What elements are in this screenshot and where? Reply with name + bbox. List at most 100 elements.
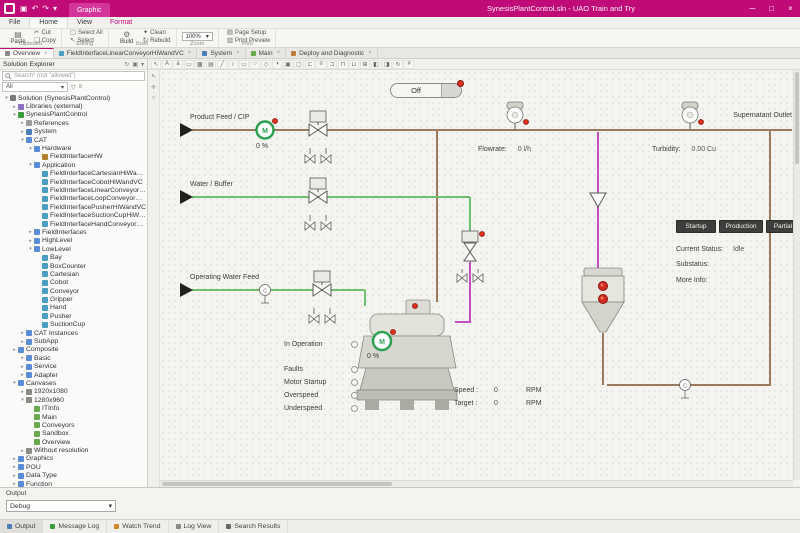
line-icon[interactable]: ╱ xyxy=(217,59,227,69)
zoom-combobox[interactable]: 100% ▾ xyxy=(181,32,213,41)
align-bottom-icon[interactable]: ⊔ xyxy=(349,59,359,69)
ellipse-icon[interactable]: ○ xyxy=(250,59,260,69)
tree-item-fieldinterfacelinearconveyorhiwandvc[interactable]: FieldInterfaceLinearConveyorHiWandVC xyxy=(0,186,147,194)
rotate-icon[interactable]: ↻ xyxy=(393,59,403,69)
status-tab-message-log[interactable]: Message Log xyxy=(43,520,108,533)
tree-item-function[interactable]: ▸ Function xyxy=(0,480,147,487)
send-back-icon[interactable]: ◨ xyxy=(382,59,392,69)
tree-item-cartesian[interactable]: Cartesian xyxy=(0,270,147,278)
align-top-icon[interactable]: ⊓ xyxy=(338,59,348,69)
hand-icon[interactable]: ✛ xyxy=(151,84,156,91)
filter-settings-icon[interactable]: ≡ xyxy=(79,84,83,90)
vertical-scrollbar[interactable] xyxy=(793,70,800,480)
tree-item-fieldinterfaceloopconveyorhiwandvc[interactable]: FieldInterfaceLoopConveyorHiWandVC xyxy=(0,195,147,203)
tree-item-fieldinterfacecartesianhiwandvc[interactable]: FieldInterfaceCartesianHiWandVC xyxy=(0,170,147,178)
filter-funnel-icon[interactable]: ▽ xyxy=(71,84,76,91)
tree-item-highlevel[interactable]: ▸ HighLevel xyxy=(0,237,147,245)
expander-icon[interactable]: ▸ xyxy=(11,456,18,462)
expander-icon[interactable]: ▸ xyxy=(19,372,26,378)
tree-item-fieldinterfacecobothiwandvc[interactable]: FieldInterfaceCobotHiWandVC xyxy=(0,178,147,186)
tab-home[interactable]: Home xyxy=(29,17,68,28)
zoom-icon[interactable]: ○ xyxy=(152,95,156,101)
expander-icon[interactable]: ▸ xyxy=(11,464,18,470)
expander-icon[interactable]: ▾ xyxy=(19,137,26,143)
expander-icon[interactable]: ▾ xyxy=(19,397,26,403)
tree-item-hardware[interactable]: ▾ Hardware xyxy=(0,144,147,152)
undo-icon[interactable]: ↶ xyxy=(32,4,39,13)
expander-icon[interactable]: ▾ xyxy=(11,380,18,386)
ungroup-icon[interactable]: ▢ xyxy=(294,59,304,69)
page-setup-button[interactable]: ▤ Page Setup xyxy=(227,29,271,37)
align-left-icon[interactable]: ⊏ xyxy=(305,59,315,69)
horizontal-scroll-thumb[interactable] xyxy=(162,482,392,486)
expander-icon[interactable]: ▸ xyxy=(19,129,26,135)
tree-item-references[interactable]: ▸ References xyxy=(0,119,147,127)
tab-format[interactable]: Format xyxy=(101,18,141,28)
expander-icon[interactable]: ▸ xyxy=(19,120,26,126)
expander-icon[interactable]: ▸ xyxy=(19,339,26,345)
mode-button-partial-e[interactable]: Partial E xyxy=(766,220,793,233)
tab-view[interactable]: View xyxy=(68,18,101,28)
tree-item-data-type[interactable]: ▸ Data Type xyxy=(0,472,147,480)
tree-item-service[interactable]: ▸ Service xyxy=(0,363,147,371)
status-tab-search-results[interactable]: Search Results xyxy=(219,520,289,533)
expander-icon[interactable]: ▸ xyxy=(19,364,26,370)
feed-pump-motor[interactable]: M xyxy=(255,118,278,140)
doc-tab-overview[interactable]: Overview × xyxy=(0,48,54,58)
overspeed-lamp[interactable] xyxy=(351,392,358,399)
expander-icon[interactable]: ▸ xyxy=(19,330,26,336)
expander-icon[interactable]: ▸ xyxy=(11,473,18,479)
tree-item-fieldinterfaces[interactable]: ▸ FieldInterfaces xyxy=(0,228,147,236)
mode-button-startup[interactable]: Startup xyxy=(676,220,716,233)
tree-item-fieldinterfacepusherhiwandvc[interactable]: FieldInterfacePusherHiWandVC xyxy=(0,203,147,211)
tree-item-application[interactable]: ▾ Application xyxy=(0,161,147,169)
tree-item-1280x960[interactable]: ▾ 1280x960 xyxy=(0,396,147,404)
flow-transmitter[interactable] xyxy=(506,101,529,130)
tree-item-graphics[interactable]: ▸ Graphics xyxy=(0,455,147,463)
tree-item-subapp[interactable]: ▸ SubApp xyxy=(0,337,147,345)
tree-item-gripper[interactable]: Gripper xyxy=(0,295,147,303)
tree-item-boxcounter[interactable]: BoxCounter xyxy=(0,262,147,270)
tree-item-suctioncup[interactable]: SuctionCup xyxy=(0,321,147,329)
motor-startup-lamp[interactable] xyxy=(351,379,358,386)
outlet-sensor[interactable]: C xyxy=(679,379,691,399)
operating-water-sensor[interactable]: C xyxy=(259,284,271,304)
expander-icon[interactable]: ▾ xyxy=(11,112,18,118)
tree-item-cat-instances[interactable]: ▸ CAT Instances xyxy=(0,329,147,337)
menu-icon[interactable]: ▾ xyxy=(141,61,144,68)
maximize-button[interactable]: □ xyxy=(762,0,781,17)
pie-icon[interactable]: ◑ xyxy=(272,59,282,69)
clean-button[interactable]: ✦ Clean xyxy=(143,29,171,37)
tree-item-hand[interactable]: Hand xyxy=(0,304,147,312)
gravity-valve[interactable] xyxy=(589,192,607,209)
pin-icon[interactable]: ▣ xyxy=(132,61,138,68)
expander-icon[interactable]: ▾ xyxy=(3,95,10,101)
expander-icon[interactable]: ▸ xyxy=(19,389,26,395)
tree-item-cat[interactable]: ▾ CAT xyxy=(0,136,147,144)
tree-item-overview[interactable]: Overview xyxy=(0,438,147,446)
text-icon[interactable]: A xyxy=(162,59,172,69)
button-icon[interactable]: ▭ xyxy=(184,59,194,69)
tab-file[interactable]: File xyxy=(0,18,29,28)
tree-item-conveyor[interactable]: Conveyor xyxy=(0,287,147,295)
expander-icon[interactable]: ▸ xyxy=(11,104,18,110)
expander-icon[interactable]: ▸ xyxy=(19,448,26,454)
valve-product-feed[interactable] xyxy=(304,110,332,164)
expander-icon[interactable]: ▾ xyxy=(27,162,34,168)
tree-item-pou[interactable]: ▸ POU xyxy=(0,463,147,471)
minimize-button[interactable]: ─ xyxy=(743,0,762,17)
same-size-icon[interactable]: ⊞ xyxy=(360,59,370,69)
tree-item-itinfo[interactable]: ITInfo xyxy=(0,404,147,412)
polygon-icon[interactable]: ◇ xyxy=(261,59,271,69)
tree-item-fieldinterfacehw[interactable]: FieldInterfaceHW xyxy=(0,153,147,161)
pipe-concentrate[interactable] xyxy=(455,132,599,323)
tree-item-system[interactable]: ▸ System xyxy=(0,128,147,136)
tree-item-libraries-external[interactable]: ▸ Libraries (external) xyxy=(0,102,147,110)
filter-combobox[interactable]: All ▾ xyxy=(2,82,68,92)
save-icon[interactable]: ▣ xyxy=(20,4,28,13)
label-icon[interactable]: a xyxy=(173,59,183,69)
tree-item-cobot[interactable]: Cobot xyxy=(0,279,147,287)
bring-front-icon[interactable]: ◧ xyxy=(371,59,381,69)
close-tab-icon[interactable]: × xyxy=(44,51,48,57)
underspeed-lamp[interactable] xyxy=(351,405,358,412)
